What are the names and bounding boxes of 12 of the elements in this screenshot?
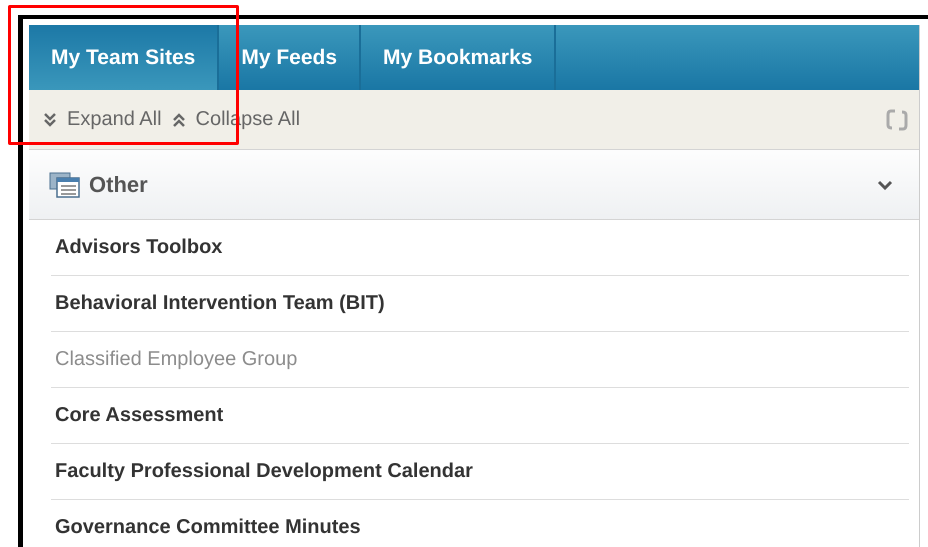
- tab[interactable]: My Team Sites: [29, 25, 220, 90]
- chevron-icon[interactable]: [877, 178, 893, 190]
- site-link[interactable]: Behavioral Intervention Team (BIT): [55, 292, 385, 315]
- collapse-icon: [172, 112, 186, 128]
- site-link[interactable]: Advisors Toolbox: [55, 236, 222, 259]
- section-title: Other: [89, 172, 149, 198]
- site-link[interactable]: Core Assessment: [55, 404, 224, 427]
- list-icon: [49, 172, 81, 198]
- site-link[interactable]: Governance Committee Minutes: [55, 516, 361, 539]
- site-link[interactable]: Faculty Professional Development Calendar: [55, 460, 473, 483]
- expand-icon: [43, 112, 57, 128]
- expand-all-link[interactable]: Expand All: [67, 108, 162, 131]
